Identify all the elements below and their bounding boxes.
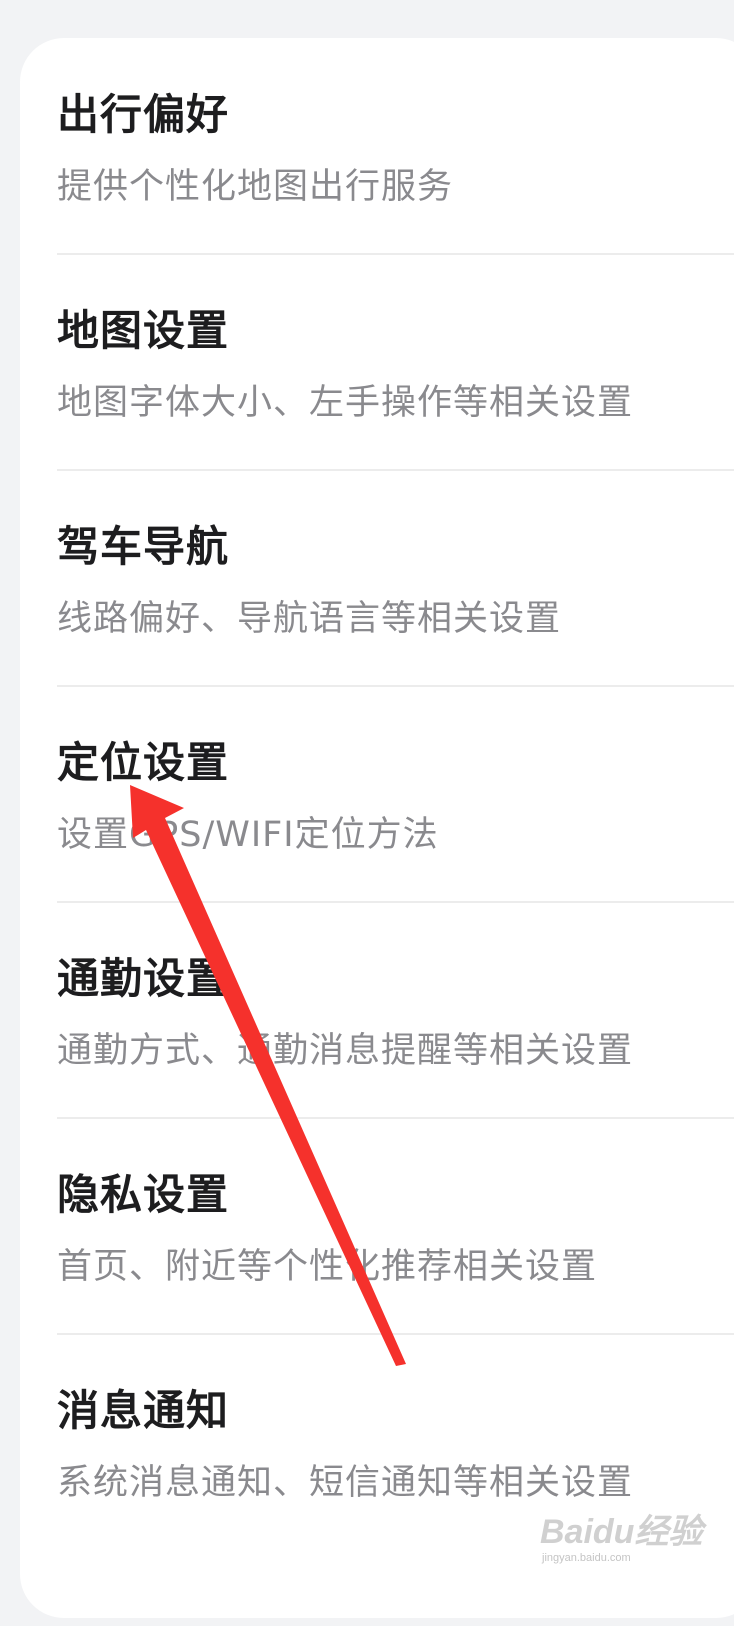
item-subtitle: 通勤方式、通勤消息提醒等相关设置 — [57, 1031, 634, 1071]
item-title: 隐私设置 — [57, 1170, 230, 1219]
settings-item-map-settings[interactable]: 地图设置 地图字体大小、左手操作等相关设置 — [57, 254, 734, 470]
watermark-logo: Baidu经验 — [540, 1513, 703, 1551]
baidu-jingyan-watermark: Baidu经验 jingyan.baidu.com — [540, 1500, 730, 1570]
item-title: 地图设置 — [57, 306, 230, 355]
watermark-url: jingyan.baidu.com — [542, 1552, 631, 1564]
item-title: 驾车导航 — [57, 522, 230, 571]
item-subtitle: 设置GPS/WIFI定位方法 — [57, 815, 439, 855]
item-subtitle: 提供个性化地图出行服务 — [57, 167, 454, 207]
item-subtitle: 线路偏好、导航语言等相关设置 — [57, 599, 562, 639]
settings-item-travel-preference[interactable]: 出行偏好 提供个性化地图出行服务 — [57, 38, 734, 254]
item-title: 定位设置 — [57, 738, 230, 787]
settings-item-privacy-settings[interactable]: 隐私设置 首页、附近等个性化推荐相关设置 — [57, 1118, 734, 1334]
item-title: 出行偏好 — [57, 90, 230, 139]
settings-item-commute-settings[interactable]: 通勤设置 通勤方式、通勤消息提醒等相关设置 — [57, 902, 734, 1118]
item-subtitle: 地图字体大小、左手操作等相关设置 — [57, 383, 634, 423]
item-title: 消息通知 — [57, 1386, 230, 1435]
settings-item-location-settings[interactable]: 定位设置 设置GPS/WIFI定位方法 — [57, 686, 734, 902]
item-subtitle: 系统消息通知、短信通知等相关设置 — [57, 1463, 634, 1503]
settings-item-driving-navigation[interactable]: 驾车导航 线路偏好、导航语言等相关设置 — [57, 470, 734, 686]
item-title: 通勤设置 — [57, 954, 230, 1003]
item-subtitle: 首页、附近等个性化推荐相关设置 — [57, 1247, 598, 1287]
